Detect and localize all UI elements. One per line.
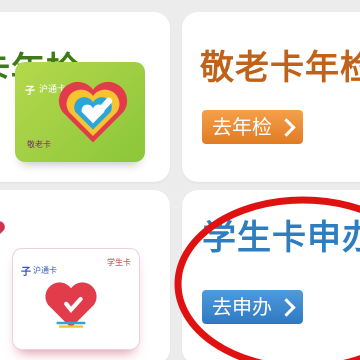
- service-tiles-grid: 卡年检 子 沪通卡 敬老卡 敬老卡年检 去年检 子 沪通卡: [0, 0, 360, 360]
- partial-heart-icon: [0, 221, 5, 234]
- button-label: 去申办: [212, 295, 272, 319]
- heart-logo-icon: [58, 81, 128, 143]
- card-tag: 学生卡: [107, 258, 131, 267]
- card-subtitle: 敬老卡: [27, 140, 51, 149]
- tile-title: 敬老卡年检: [200, 48, 360, 88]
- senior-card-annual-check-tile[interactable]: 敬老卡年检 去年检: [182, 12, 360, 182]
- heart-logo-icon: [45, 282, 97, 328]
- go-apply-button[interactable]: 去申办: [202, 290, 303, 324]
- senior-card-image: 子 沪通卡 敬老卡: [15, 62, 145, 162]
- student-card-preview-tile[interactable]: 子 沪通卡 学生卡: [0, 190, 170, 360]
- brand-logo-icon: 子: [21, 267, 31, 278]
- student-card-apply-tile[interactable]: 学生卡申办 去申办: [182, 190, 360, 360]
- brand-logo-icon: 子: [25, 86, 35, 97]
- button-label: 去年检: [212, 115, 272, 139]
- chevron-right-icon: [277, 298, 296, 317]
- go-annual-check-button[interactable]: 去年检: [202, 110, 303, 144]
- annual-check-tile[interactable]: 卡年检 子 沪通卡 敬老卡: [0, 12, 170, 182]
- chevron-right-icon: [277, 118, 296, 137]
- tile-title: 学生卡申办: [202, 218, 360, 258]
- student-card-image: 子 沪通卡 学生卡: [12, 248, 140, 350]
